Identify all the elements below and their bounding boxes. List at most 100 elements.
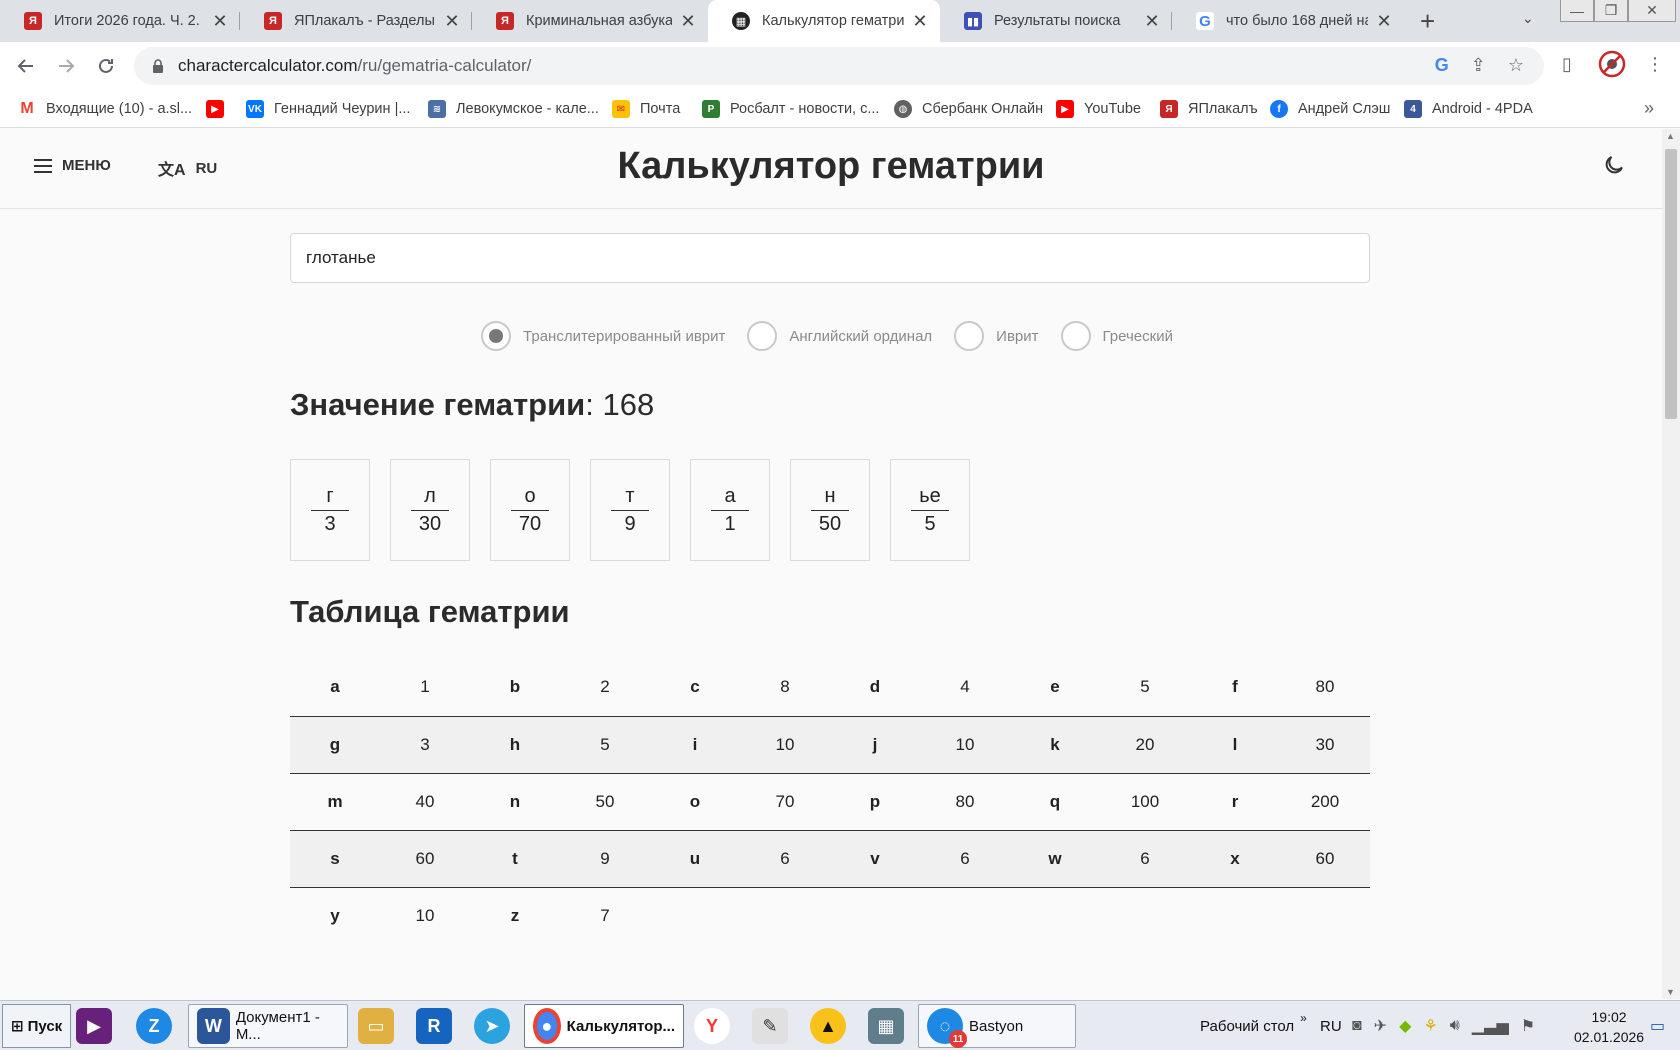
calculator-icon: ▦ <box>732 12 750 30</box>
show-desktop-button[interactable]: ▭ <box>1650 1004 1665 1048</box>
system-clock[interactable]: 19:02 02.01.2026 <box>1574 1007 1644 1047</box>
share-icon[interactable]: ⇪ <box>1471 55 1486 76</box>
bookmark-item[interactable]: ◍ Сбербанк Онлайн <box>894 90 1043 128</box>
table-value-cell: 100 <box>1100 773 1190 831</box>
desktop-toolbar-label[interactable]: Рабочий стол » <box>1200 1004 1307 1048</box>
text-input[interactable]: глотанье <box>290 233 1370 283</box>
table-value-cell: 80 <box>920 773 1010 831</box>
bookmark-star-icon[interactable]: ☆ <box>1508 55 1524 76</box>
close-icon[interactable]: ✕ <box>680 11 696 32</box>
dark-mode-toggle-icon[interactable] <box>1602 153 1626 177</box>
taskbar-app-chrome[interactable]: ● Калькулятор... <box>524 1004 684 1048</box>
close-icon[interactable]: ✕ <box>1144 11 1160 32</box>
table-letter-cell: a <box>290 659 380 717</box>
signal-icon[interactable]: ▁▃▅ <box>1472 1016 1509 1036</box>
bookmark-item[interactable]: ▶ <box>206 90 234 128</box>
taskbar-app[interactable]: ➤ <box>474 1004 516 1048</box>
radio-hebrew[interactable]: Иврит <box>954 321 1039 351</box>
windows-logo-icon: ⊞ <box>11 1018 24 1035</box>
minimize-button[interactable]: — <box>1560 0 1594 22</box>
reload-button[interactable] <box>90 50 122 82</box>
tray-nvidia-icon[interactable]: ◆ <box>1399 1016 1411 1036</box>
taskbar-app[interactable]: ▶ <box>76 1004 118 1048</box>
table-value-cell: 6 <box>740 830 830 888</box>
browser-tab-active[interactable]: ▦ Калькулятор гематрии ✕ <box>708 0 940 42</box>
scroll-thumb[interactable] <box>1665 149 1677 419</box>
taskbar-app[interactable]: ▭ <box>358 1004 400 1048</box>
address-bar[interactable]: charactercalculator.com/ru/gematria-calc… <box>134 47 1544 85</box>
table-letter-cell <box>1010 887 1100 944</box>
table-row: m 40 n 50 o 70 p 80 q 100 r 200 <box>290 773 1370 831</box>
close-window-button[interactable]: ✕ <box>1628 0 1676 22</box>
more-bookmarks-icon[interactable]: » <box>1644 98 1654 119</box>
kebab-menu-icon[interactable]: ⋮ <box>1646 54 1664 75</box>
bookmark-item[interactable]: M Входящие (10) - a.sl... <box>18 90 192 128</box>
taskbar-app[interactable]: R <box>416 1004 458 1048</box>
url-text: charactercalculator.com/ru/gematria-calc… <box>178 56 532 75</box>
new-tab-button[interactable]: + <box>1420 6 1435 37</box>
taskbar-app[interactable]: Y <box>694 1004 736 1048</box>
taskbar-app[interactable]: Z <box>136 1004 178 1048</box>
profile-avatar[interactable] <box>1598 50 1626 83</box>
browser-tab[interactable]: Я ЯПлакалъ - Разделы -> ✕ <box>240 0 472 42</box>
back-button[interactable] <box>10 50 42 82</box>
letter-card: ье 5 <box>890 459 970 561</box>
radio-transliterated-hebrew[interactable]: Транслитерированный иврит <box>481 321 725 351</box>
action-center-flag-icon[interactable]: ⚑ <box>1521 1016 1535 1036</box>
bookmark-item[interactable]: P Росбалт - новости, с... <box>702 90 879 128</box>
bookmark-item[interactable]: ✉ Почта <box>612 90 680 128</box>
bookmark-item[interactable]: f Андрей Слэш <box>1270 90 1390 128</box>
table-value-cell: 6 <box>920 830 1010 888</box>
taskbar-app[interactable]: ✎ <box>752 1004 794 1048</box>
table-letter-cell: q <box>1010 773 1100 831</box>
restore-button[interactable]: ❐ <box>1594 0 1628 22</box>
close-icon[interactable]: ✕ <box>1376 11 1392 32</box>
table-value-cell: 20 <box>1100 716 1190 774</box>
tray-security-icon[interactable]: ⚘ <box>1423 1016 1437 1036</box>
close-icon[interactable]: ✕ <box>912 11 928 32</box>
scroll-up-icon[interactable]: ▲ <box>1666 131 1675 141</box>
language-indicator[interactable]: RU <box>1320 1004 1342 1048</box>
radio-label: Английский ординал <box>789 327 933 345</box>
telegram-icon: ➤ <box>474 1008 510 1044</box>
table-letter-cell: k <box>1010 716 1100 774</box>
close-icon[interactable]: ✕ <box>444 11 460 32</box>
page-scrollbar[interactable]: ▲ ▼ <box>1662 129 1680 999</box>
taskbar-app[interactable]: ▲ <box>810 1004 852 1048</box>
bookmark-item[interactable]: ▶ YouTube <box>1056 90 1141 128</box>
bookmark-item[interactable]: 4 Android - 4PDA <box>1404 90 1533 128</box>
taskbar-app-bastyon[interactable]: ◌ 11 Bastyon <box>918 1004 1076 1048</box>
table-value-cell: 6 <box>1100 830 1190 888</box>
table-value-cell: 7 <box>600 905 610 925</box>
visual-studio-icon: ▶ <box>76 1008 112 1044</box>
letter-card: т9 <box>590 459 670 561</box>
letter-card: о 70 <box>490 459 570 561</box>
tab-search-button[interactable]: ⌄ <box>1522 10 1534 27</box>
taskbar-app[interactable]: ▦ <box>868 1004 910 1048</box>
bookmark-item[interactable]: Я ЯПлакалъ <box>1160 90 1258 128</box>
bookmark-item[interactable]: VK Геннадий Чеурин |... <box>246 90 410 128</box>
radio-english-ordinal[interactable]: Английский ординал <box>747 321 932 351</box>
side-panel-icon[interactable]: ▯ <box>1562 54 1572 75</box>
radio-greek[interactable]: Греческий <box>1060 321 1173 351</box>
browser-tab[interactable]: Я Криминальная азбука - ✕ <box>472 0 708 42</box>
browser-tab[interactable]: ▮▮ Результаты поиска ✕ <box>940 0 1172 42</box>
browser-tab[interactable]: Я Итоги 2026 года. Ч. 2. - ✕ <box>0 0 240 42</box>
bookmark-item[interactable]: ≋ Левокумское - кале... <box>428 90 599 128</box>
scroll-down-icon[interactable]: ▼ <box>1666 987 1675 997</box>
close-icon[interactable]: ✕ <box>212 11 228 32</box>
volume-icon[interactable]: 🔊︎ <box>1450 1017 1460 1035</box>
browser-tab[interactable]: G что было 168 дней наза ✕ <box>1172 0 1404 42</box>
tray-app-icon[interactable]: ◙ <box>1352 1017 1362 1035</box>
tray-network-icon[interactable]: ✈ <box>1374 1016 1387 1036</box>
table-letter-cell: j <box>830 716 920 774</box>
forward-button[interactable] <box>50 50 82 82</box>
table-value-cell: 10 <box>920 716 1010 774</box>
table-letter-cell: s <box>290 830 380 888</box>
google-lens-icon[interactable]: G <box>1435 55 1449 76</box>
start-button[interactable]: ⊞ Пуск <box>2 1004 72 1048</box>
table-letter-cell: d <box>830 659 920 717</box>
table-letter-cell: x <box>1190 830 1280 888</box>
taskbar-app-word[interactable]: W Документ1 - M... <box>188 1004 348 1048</box>
yandex-browser-icon: Y <box>694 1008 730 1044</box>
